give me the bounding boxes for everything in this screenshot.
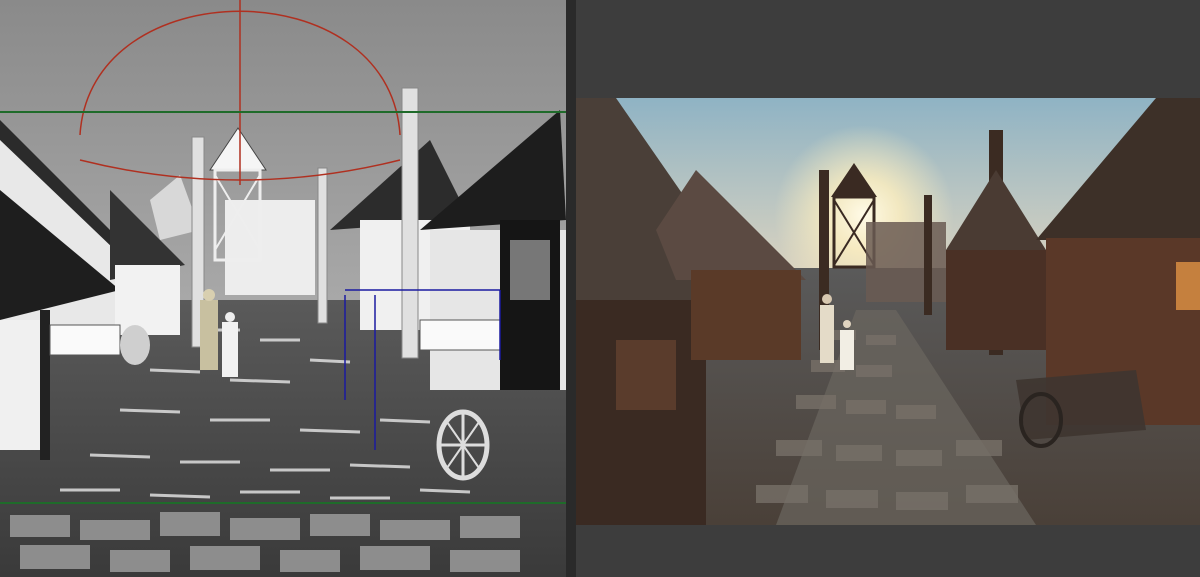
left-viewport[interactable] [0,0,566,577]
right-viewport[interactable] [576,0,1200,577]
render-comparison-window [0,0,1200,577]
clay-viewport-canvas[interactable] [0,0,566,577]
viewport-divider[interactable] [566,0,576,577]
render-preview-canvas [576,0,1200,577]
letterbox-top [576,0,1200,98]
lit-window [1176,262,1200,310]
barrel [120,325,150,365]
letterbox-bottom [576,525,1200,577]
render-image [576,98,1200,525]
cart-wheel [436,409,490,481]
